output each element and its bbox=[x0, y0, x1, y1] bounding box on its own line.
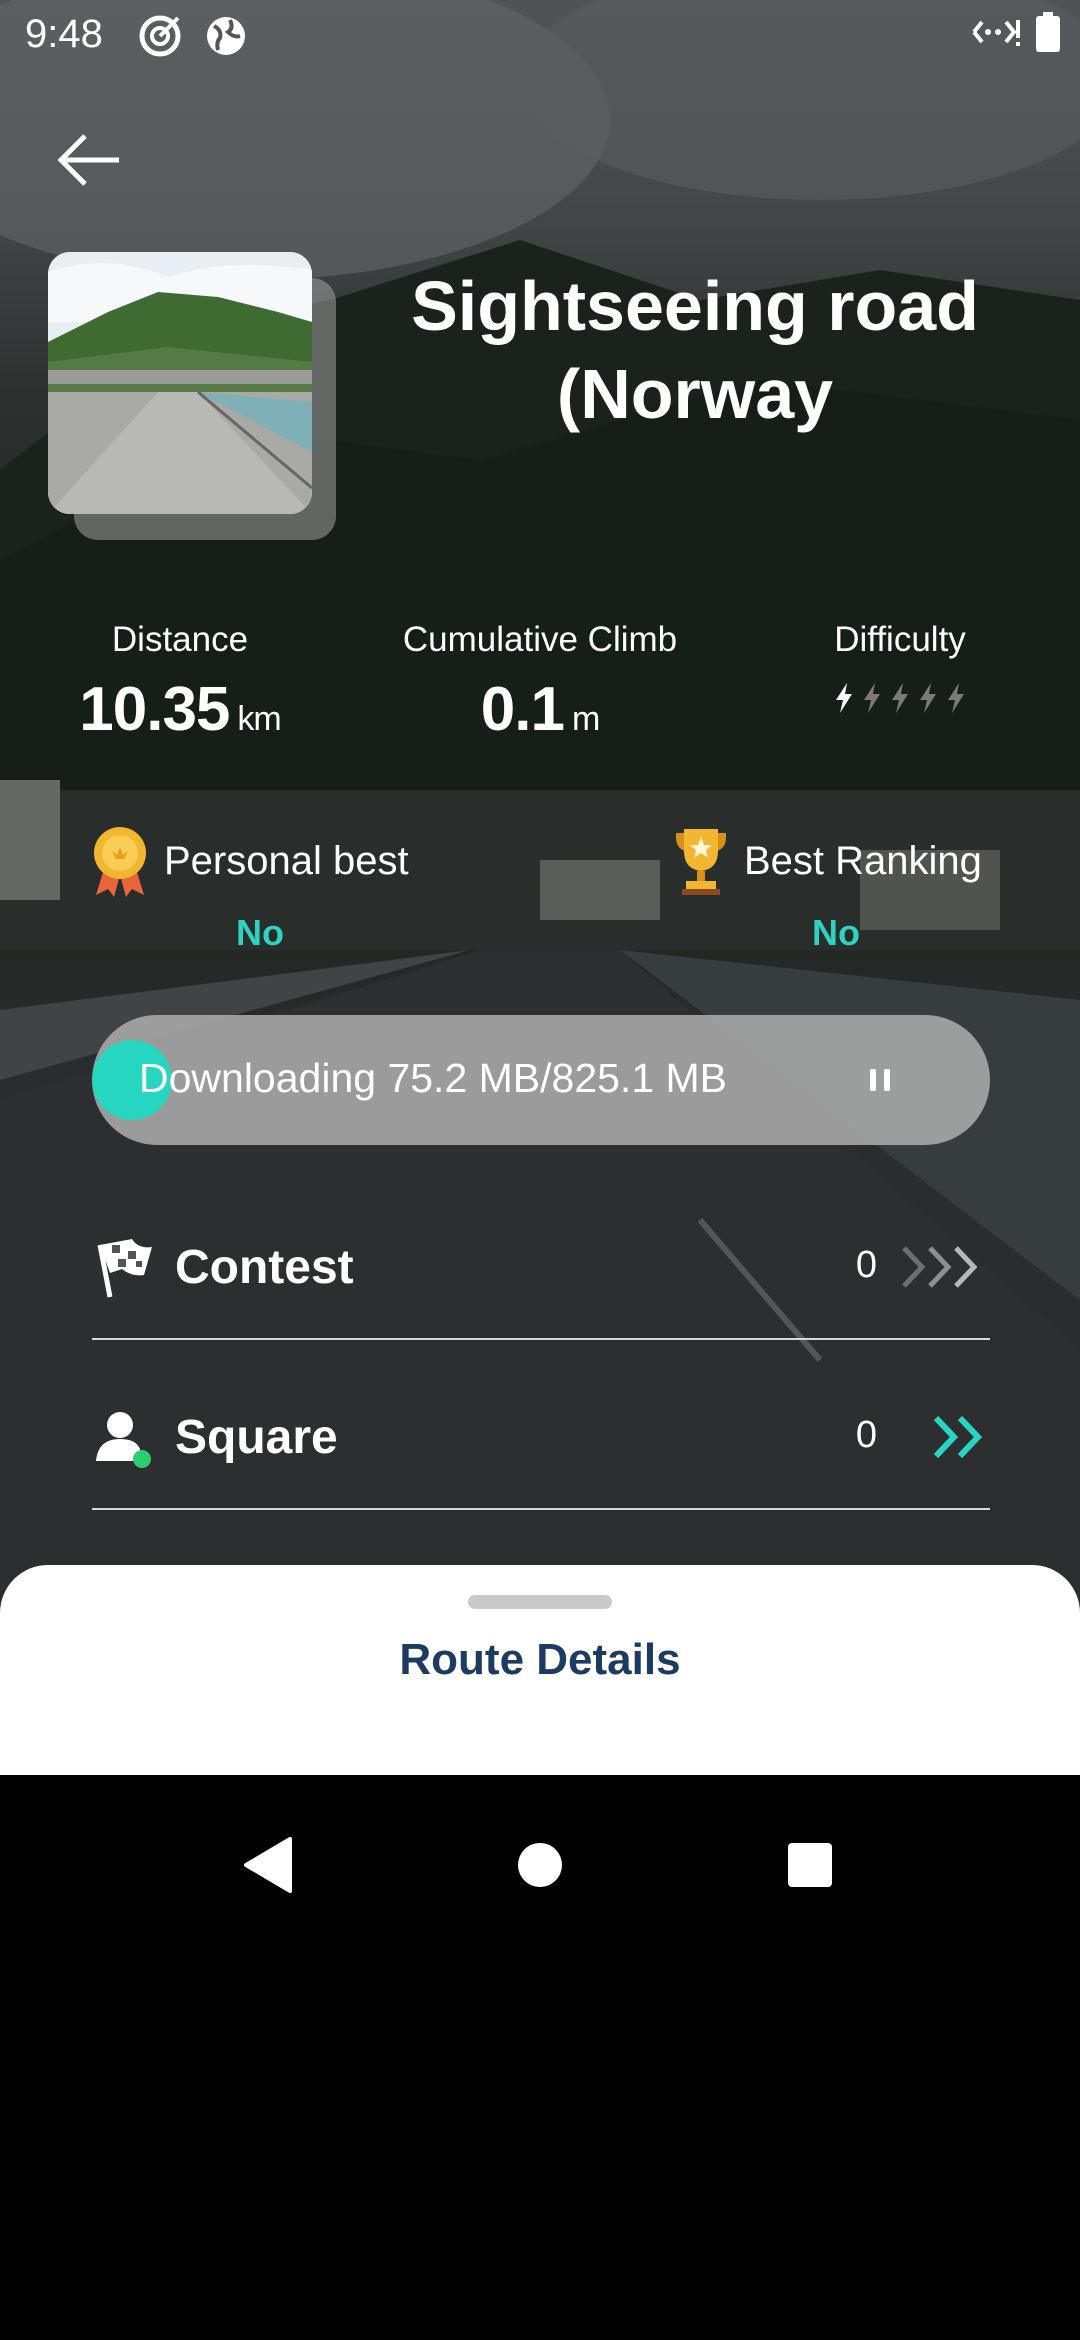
pause-icon[interactable] bbox=[865, 1065, 895, 1095]
battery-icon bbox=[1036, 12, 1060, 52]
triple-chevron-icon[interactable] bbox=[900, 1242, 990, 1292]
trophy-icon bbox=[676, 829, 726, 895]
back-arrow-icon[interactable] bbox=[55, 130, 125, 190]
climb-value: 0.1 bbox=[480, 675, 565, 744]
bolt-empty-icon bbox=[892, 683, 908, 713]
globe-icon bbox=[207, 17, 245, 55]
contest-count: 0 bbox=[855, 1244, 877, 1286]
user-online-icon bbox=[96, 1412, 151, 1468]
distance-value: 10.35 bbox=[79, 675, 230, 744]
nav-home-icon[interactable] bbox=[500, 1825, 580, 1905]
distance-stat: Distance 10.35 km bbox=[10, 620, 350, 745]
nav-recents-icon[interactable] bbox=[770, 1825, 850, 1905]
bolt-empty-icon bbox=[948, 683, 964, 713]
download-status-text: Downloading 75.2 MB/825.1 MB bbox=[139, 1055, 728, 1101]
contest-label: Contest bbox=[175, 1241, 354, 1294]
download-progress-bar[interactable]: Downloading 75.2 MB/825.1 MB bbox=[92, 1015, 990, 1145]
double-chevron-icon[interactable] bbox=[900, 1412, 990, 1462]
sheet-title: Route Details bbox=[399, 1635, 681, 1684]
divider bbox=[92, 1508, 990, 1510]
data-transfer-icon bbox=[972, 20, 1020, 46]
difficulty-stat: Difficulty bbox=[730, 620, 1070, 714]
bolt-filled-icon bbox=[836, 683, 852, 713]
checkered-flag-icon bbox=[97, 1239, 152, 1298]
status-time: 9:48 bbox=[25, 12, 103, 56]
square-count: 0 bbox=[855, 1414, 877, 1456]
status-bar: 9:48 bbox=[0, 0, 1080, 72]
square-row[interactable]: Square 0 bbox=[92, 1370, 990, 1510]
medal-icon bbox=[94, 827, 146, 897]
route-title: Sightseeing road (Norway bbox=[411, 267, 979, 433]
climb-unit: m bbox=[571, 700, 600, 738]
best-ranking: Best Ranking bbox=[672, 825, 982, 897]
personal-best: Personal best bbox=[90, 825, 409, 897]
square-label: Square bbox=[175, 1411, 338, 1464]
difficulty-rating bbox=[730, 682, 1070, 714]
nav-back-icon[interactable] bbox=[228, 1825, 308, 1905]
contest-row[interactable]: Contest 0 bbox=[92, 1200, 990, 1340]
best-ranking-value: No bbox=[812, 912, 860, 953]
target-app-icon bbox=[139, 15, 181, 57]
climb-stat: Cumulative Climb 0.1 m bbox=[370, 620, 710, 745]
climb-label: Cumulative Climb bbox=[402, 620, 678, 659]
bolt-empty-icon bbox=[920, 683, 936, 713]
bolt-empty-icon bbox=[864, 683, 880, 713]
divider bbox=[92, 1338, 990, 1340]
distance-unit: km bbox=[237, 700, 281, 738]
personal-best-value: No bbox=[236, 912, 284, 953]
sheet-drag-handle[interactable] bbox=[468, 1595, 612, 1609]
route-thumbnail bbox=[48, 252, 312, 514]
best-ranking-label: Best Ranking bbox=[744, 838, 982, 883]
route-details-sheet[interactable]: Route Details bbox=[0, 1565, 1080, 1775]
system-navigation-bar bbox=[0, 1775, 1080, 2340]
personal-best-label: Personal best bbox=[164, 838, 409, 883]
difficulty-label: Difficulty bbox=[834, 620, 966, 659]
distance-label: Distance bbox=[111, 620, 249, 659]
